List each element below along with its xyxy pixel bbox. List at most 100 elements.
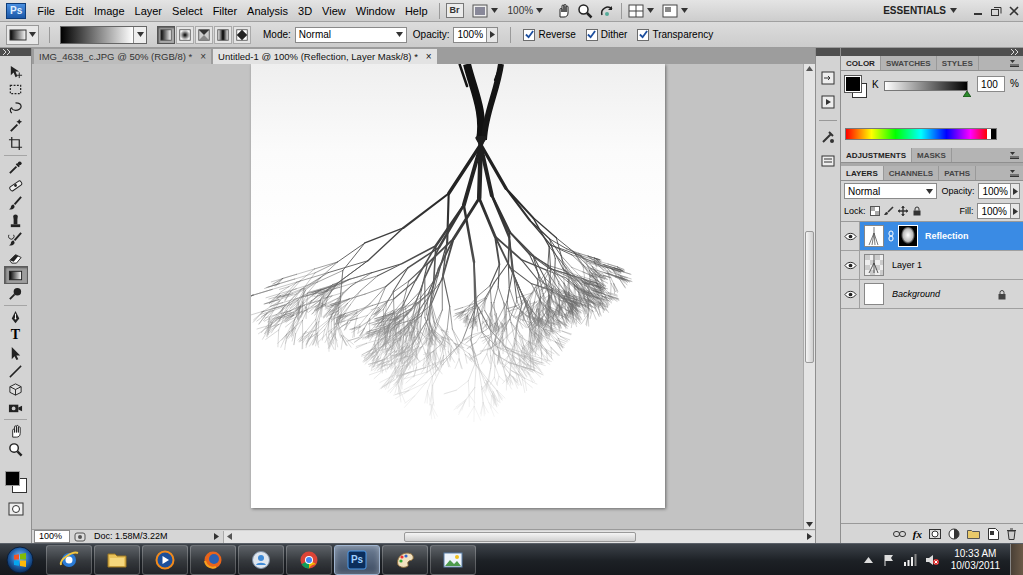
menu-item[interactable]: 3D	[293, 3, 317, 19]
zoom-icon[interactable]	[577, 3, 593, 19]
diamond-gradient-icon[interactable]	[235, 28, 249, 42]
arrange-documents-icon[interactable]	[628, 4, 644, 18]
menu-item[interactable]: Select	[167, 3, 208, 19]
document-tab[interactable]: Untitled-1 @ 100% (Reflection, Layer Mas…	[213, 49, 437, 64]
menu-item[interactable]: Help	[400, 3, 433, 19]
menu-item[interactable]: Analysis	[242, 3, 293, 19]
right-arrow-icon[interactable]	[490, 31, 495, 38]
gradient-type-button[interactable]	[214, 26, 232, 44]
zoom-tool-icon[interactable]	[8, 442, 23, 457]
marquee-tool-icon[interactable]	[8, 82, 23, 97]
gradient-type-button[interactable]	[233, 26, 251, 44]
tool-button[interactable]	[4, 248, 28, 266]
document-tab-close[interactable]: ×	[200, 51, 206, 62]
restore-icon[interactable]	[989, 5, 1003, 17]
linear-gradient-icon[interactable]	[159, 28, 173, 42]
quick-mask-button[interactable]	[0, 502, 31, 516]
lasso-tool-icon[interactable]	[8, 100, 23, 115]
tool-button[interactable]	[4, 344, 28, 362]
line-tool-icon[interactable]	[8, 364, 23, 379]
dodge-tool-icon[interactable]	[8, 286, 23, 301]
brush-tool-icon[interactable]	[8, 196, 23, 211]
move-tool-icon[interactable]	[8, 64, 23, 79]
photoshop-logo[interactable]: Ps	[6, 3, 26, 19]
history-brush-icon[interactable]	[8, 232, 23, 247]
tool-button[interactable]	[4, 116, 28, 134]
dropdown-arrow-icon[interactable]	[681, 8, 688, 13]
tool-button[interactable]	[4, 212, 28, 230]
tool-button[interactable]	[4, 230, 28, 248]
dropdown-arrow-icon[interactable]	[396, 32, 403, 37]
gradient-picker[interactable]	[60, 26, 147, 44]
eyedropper-icon[interactable]	[8, 160, 23, 175]
hand-tool-icon[interactable]	[8, 424, 23, 439]
tool-button[interactable]	[4, 380, 28, 398]
menu-item[interactable]: Edit	[60, 3, 89, 19]
pen-tool-icon[interactable]	[8, 310, 23, 325]
tool-button[interactable]: T	[4, 326, 28, 344]
close-icon[interactable]	[1007, 5, 1021, 17]
radial-gradient-icon[interactable]	[178, 28, 192, 42]
workspace-switcher[interactable]: ESSENTIALS	[883, 5, 946, 16]
dropdown-arrow-icon[interactable]	[536, 8, 543, 13]
checkbox-option[interactable]: Transparency	[637, 29, 713, 41]
menu-item[interactable]: Window	[351, 3, 400, 19]
magic-wand-icon[interactable]	[8, 118, 23, 133]
gradient-type-button[interactable]	[157, 26, 175, 44]
tool-button[interactable]	[4, 398, 28, 416]
tool-button[interactable]	[4, 98, 28, 116]
menu-item[interactable]: Image	[89, 3, 130, 19]
dropdown-arrow-icon[interactable]	[647, 8, 654, 13]
checkbox[interactable]	[637, 29, 649, 41]
dropdown-arrow-icon[interactable]	[137, 32, 144, 37]
clone-stamp-icon[interactable]	[8, 214, 23, 229]
tool-button[interactable]	[4, 176, 28, 194]
dropdown-arrow-icon[interactable]	[950, 8, 957, 13]
tool-button[interactable]	[4, 284, 28, 302]
gradient-dropdown[interactable]	[133, 27, 146, 43]
gradient-tool-icon[interactable]	[9, 27, 27, 43]
dropdown-arrow-icon[interactable]	[29, 32, 36, 37]
tool-button[interactable]	[4, 80, 28, 98]
tool-button[interactable]	[4, 134, 28, 152]
foreground-color-swatch[interactable]	[5, 471, 20, 486]
healing-brush-icon[interactable]	[8, 178, 23, 193]
checkbox-option[interactable]: Dither	[586, 29, 628, 41]
zoom-level[interactable]: 100%	[508, 5, 534, 16]
gradient-tool-icon[interactable]	[8, 268, 23, 283]
tool-button[interactable]	[4, 440, 28, 458]
menu-item[interactable]: Filter	[208, 3, 242, 19]
checkbox[interactable]	[523, 29, 535, 41]
checkbox-option[interactable]: Reverse	[523, 29, 575, 41]
dropdown-arrow-icon[interactable]	[491, 8, 498, 13]
crop-tool-icon[interactable]	[8, 136, 23, 151]
tool-button[interactable]	[4, 362, 28, 380]
3d-rotate-icon[interactable]	[8, 382, 23, 397]
tool-button[interactable]	[4, 194, 28, 212]
tool-button[interactable]	[4, 158, 28, 176]
screen-layout-icon[interactable]	[662, 4, 678, 18]
mode-dropdown[interactable]: Normal	[295, 27, 407, 43]
screen-mode-icon[interactable]	[472, 4, 488, 18]
menu-item[interactable]: Layer	[130, 3, 168, 19]
menu-item[interactable]: View	[317, 3, 351, 19]
path-selection-icon[interactable]	[8, 346, 23, 361]
expand-icon[interactable]	[3, 49, 11, 55]
tool-button[interactable]	[4, 266, 28, 284]
checkbox[interactable]	[586, 29, 598, 41]
document-tab-close[interactable]: ×	[426, 51, 432, 62]
document-tab[interactable]: IMG_4638_c.JPG @ 50% (RGB/8) *×	[34, 49, 211, 64]
angle-gradient-icon[interactable]	[197, 28, 211, 42]
document-canvas[interactable]	[251, 64, 665, 508]
gradient-type-button[interactable]	[195, 26, 213, 44]
minimize-icon[interactable]	[971, 5, 985, 17]
opacity-field[interactable]: 100%	[453, 27, 498, 43]
opacity-slider-button[interactable]	[487, 27, 498, 43]
3d-camera-icon[interactable]	[8, 400, 23, 415]
hand-icon[interactable]	[555, 3, 571, 19]
bridge-button[interactable]: Br	[446, 3, 464, 18]
tool-button[interactable]	[4, 422, 28, 440]
eraser-icon[interactable]	[8, 250, 23, 265]
reflected-gradient-icon[interactable]	[216, 28, 230, 42]
menu-item[interactable]: File	[32, 3, 60, 19]
